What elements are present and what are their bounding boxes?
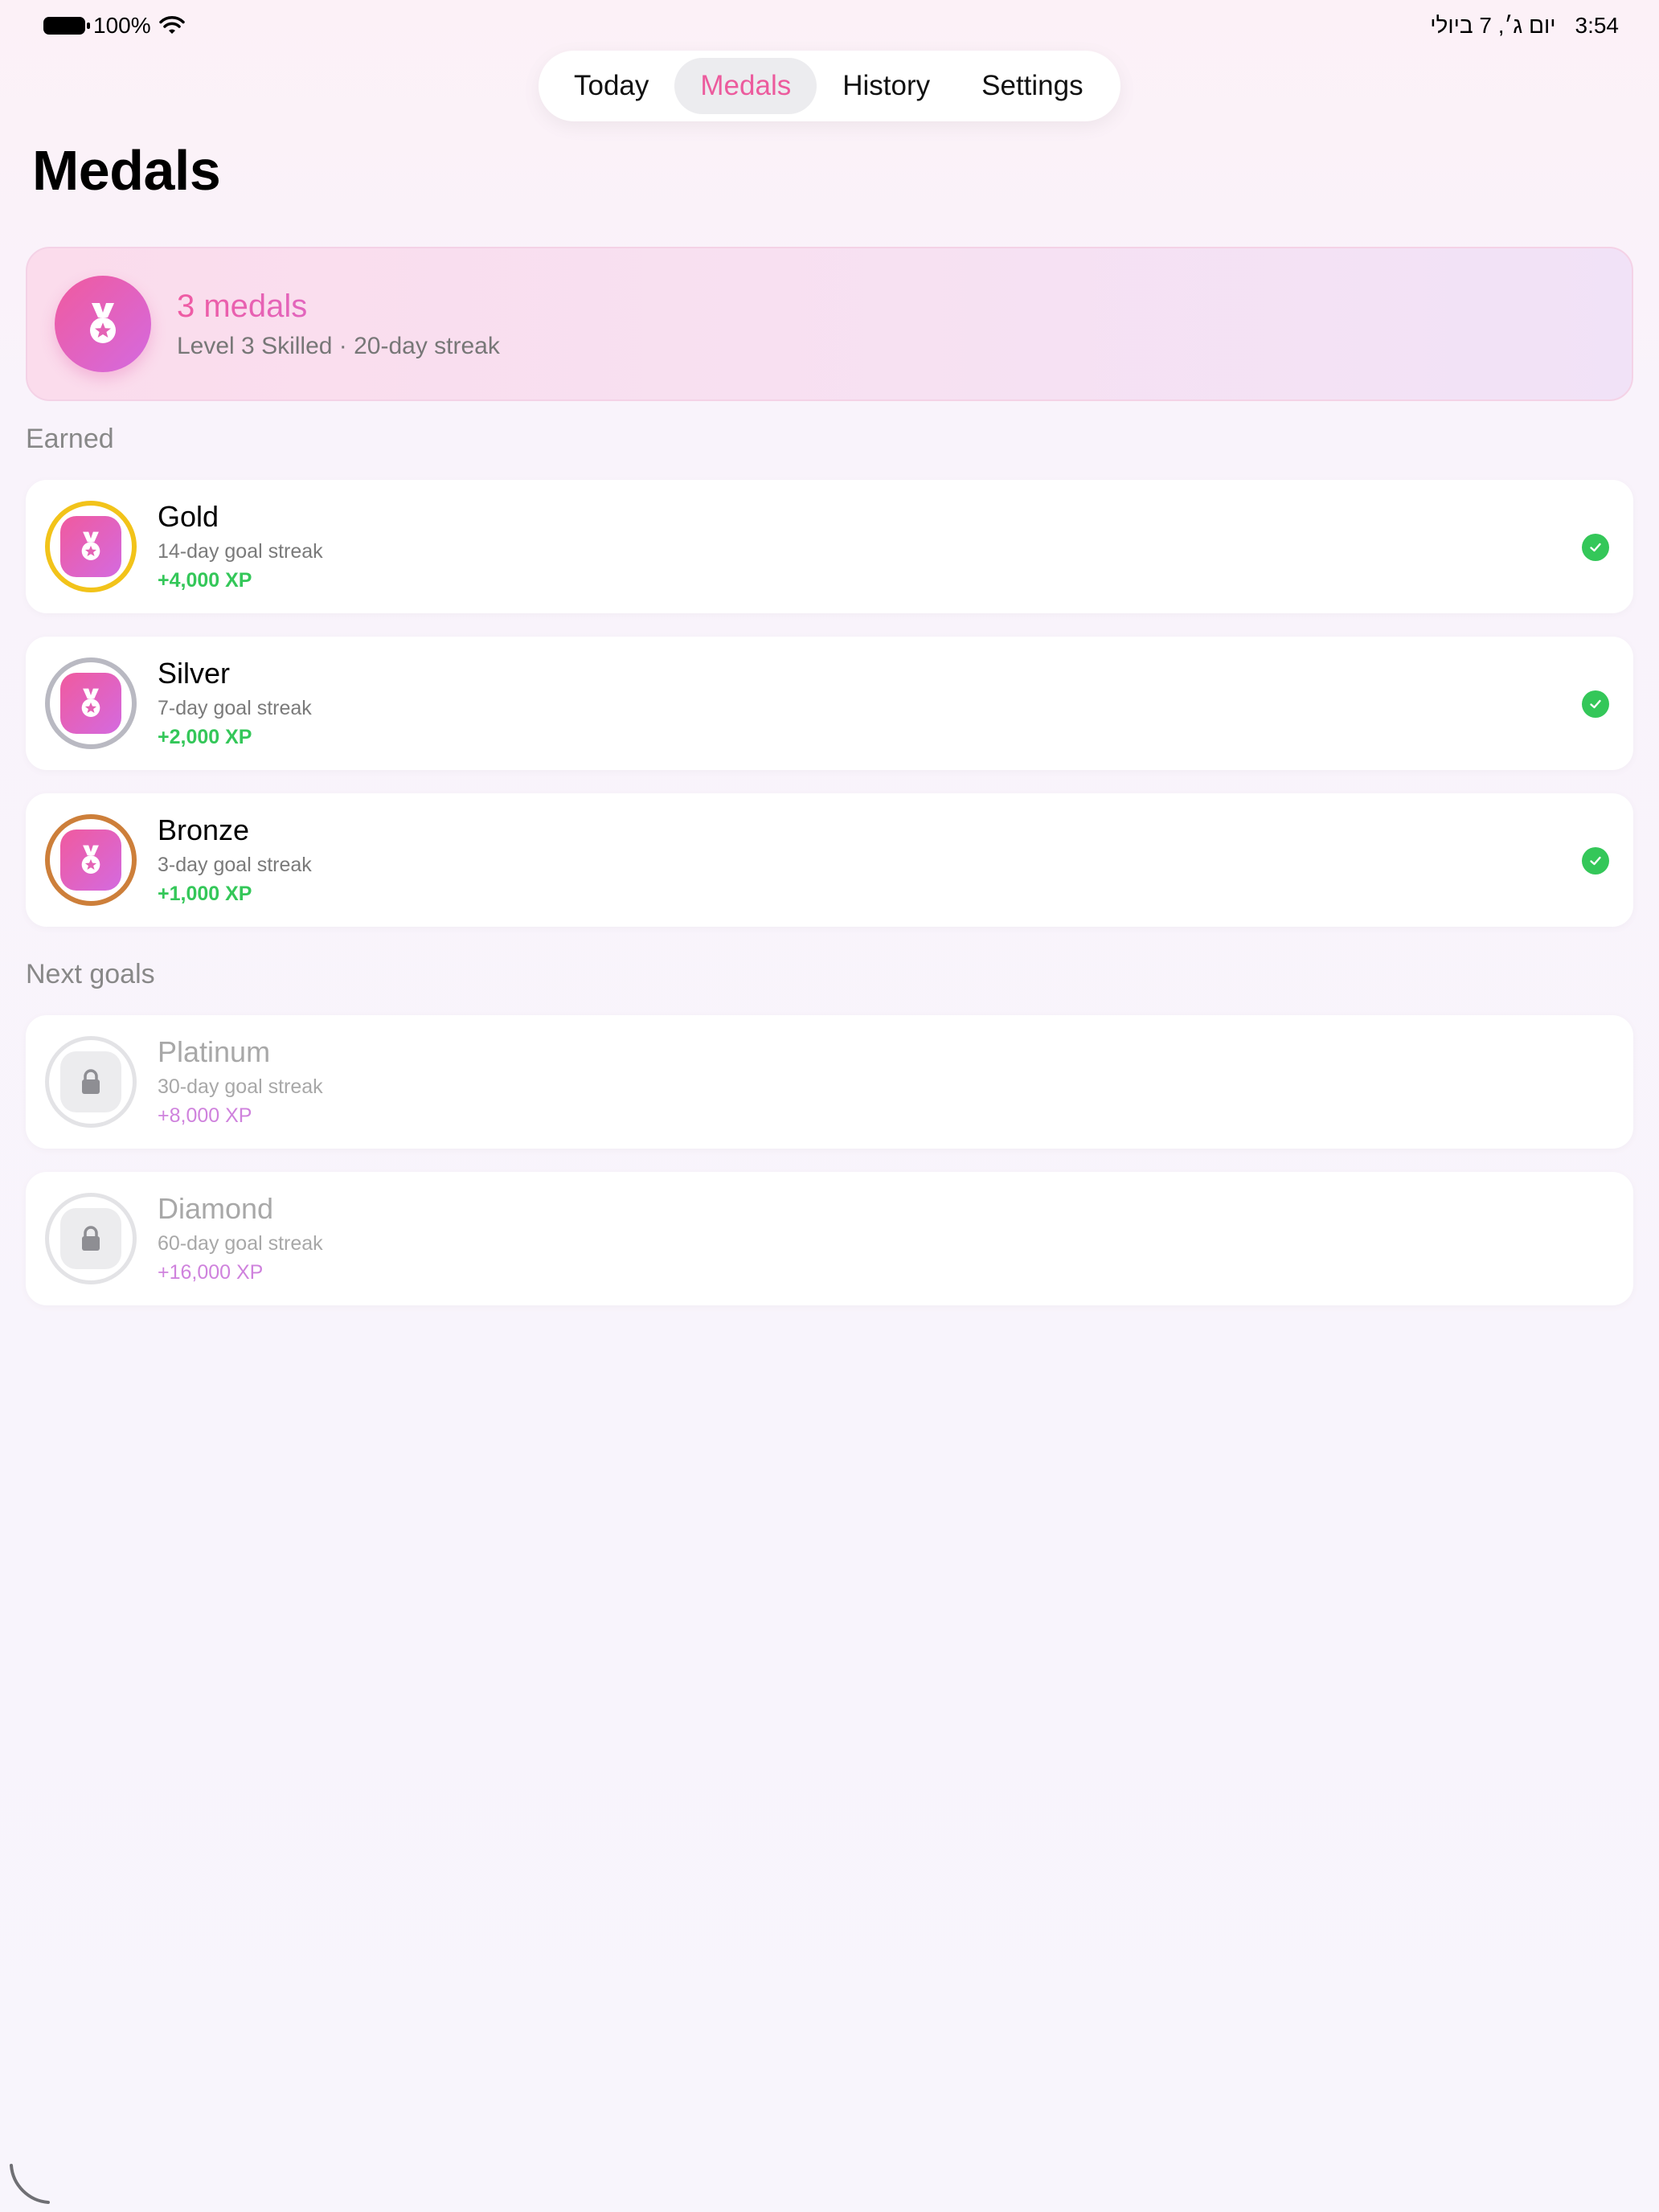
medal-description: 60-day goal streak <box>158 1232 323 1255</box>
medal-row-gold[interactable]: Gold 14-day goal streak +4,000 XP <box>26 480 1633 613</box>
screen-corner-indicator <box>10 2164 50 2204</box>
medal-count: 3 medals <box>177 289 500 325</box>
status-time: 3:54 <box>1575 13 1620 38</box>
status-date: יום ג׳, 7 ביולי <box>1430 13 1556 38</box>
lock-icon <box>82 1226 100 1251</box>
next-goals-section-label: Next goals <box>26 959 155 989</box>
battery-icon <box>43 17 90 35</box>
summary-medal-badge <box>55 276 151 372</box>
earned-section-label: Earned <box>26 424 114 454</box>
medal-title: Silver <box>158 657 231 690</box>
status-bar-left: 100% <box>43 11 185 40</box>
tab-settings[interactable]: Settings <box>956 58 1108 114</box>
medal-description: 3-day goal streak <box>158 854 312 876</box>
page-title: Medals <box>32 139 221 202</box>
medal-badge <box>60 516 121 577</box>
tab-bar: Today Medals History Settings <box>539 51 1120 121</box>
medal-xp: +4,000 XP <box>158 569 252 592</box>
battery-percent: 100% <box>93 13 151 38</box>
medal-row-platinum[interactable]: Platinum 30-day goal streak +8,000 XP <box>26 1015 1633 1149</box>
medal-row-silver[interactable]: Silver 7-day goal streak +2,000 XP <box>26 637 1633 770</box>
level-streak-text: Level 3 Skilled · 20-day streak <box>177 332 500 359</box>
tab-medals[interactable]: Medals <box>674 58 817 114</box>
medal-title: Bronze <box>158 813 250 846</box>
medal-description: 30-day goal streak <box>158 1075 323 1098</box>
medal-icon <box>81 531 100 560</box>
medal-xp: +16,000 XP <box>158 1261 264 1284</box>
gold-ring <box>45 501 137 592</box>
checkmark-icon <box>1582 690 1609 718</box>
bronze-ring <box>45 814 137 906</box>
locked-badge <box>60 1208 121 1269</box>
tab-today[interactable]: Today <box>548 58 674 114</box>
platinum-ring <box>45 1036 137 1128</box>
medal-badge <box>60 830 121 891</box>
medal-row-bronze[interactable]: Bronze 3-day goal streak +1,000 XP <box>26 793 1633 927</box>
medal-icon <box>81 845 100 874</box>
medal-badge <box>60 673 121 734</box>
tab-history[interactable]: History <box>817 58 956 114</box>
medal-title: Platinum <box>158 1035 271 1068</box>
medal-title: Diamond <box>158 1192 274 1225</box>
summary-card: 3 medals Level 3 Skilled · 20-day streak <box>26 247 1633 401</box>
lock-icon <box>82 1069 100 1094</box>
medal-xp: +1,000 XP <box>158 883 252 905</box>
medal-title: Gold <box>158 500 219 533</box>
medal-xp: +2,000 XP <box>158 726 252 748</box>
silver-ring <box>45 657 137 749</box>
medal-description: 7-day goal streak <box>158 697 312 719</box>
medal-xp: +8,000 XP <box>158 1104 252 1127</box>
status-bar-right: יום ג׳, 7 ביולי 3:54 <box>1430 11 1619 40</box>
checkmark-icon <box>1582 534 1609 561</box>
medal-description: 14-day goal streak <box>158 540 323 563</box>
medal-row-diamond[interactable]: Diamond 60-day goal streak +16,000 XP <box>26 1172 1633 1305</box>
diamond-ring <box>45 1193 137 1284</box>
checkmark-icon <box>1582 847 1609 875</box>
wifi-icon <box>158 16 185 34</box>
locked-badge <box>60 1051 121 1112</box>
medal-icon <box>90 303 116 343</box>
medal-icon <box>81 688 100 717</box>
